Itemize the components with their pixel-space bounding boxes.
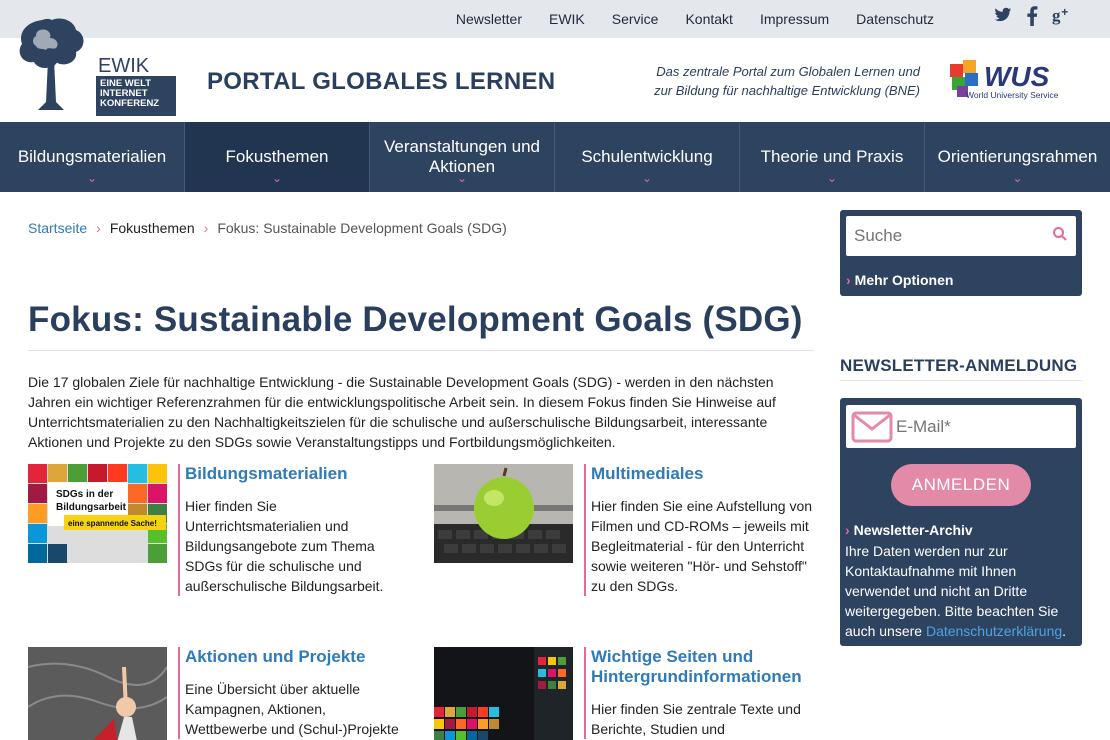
svg-text:WUS: WUS xyxy=(984,61,1050,92)
top-navigation: Newsletter EWIK Service Kontakt Impressu… xyxy=(429,0,934,38)
email-field[interactable] xyxy=(896,405,1066,448)
svg-text:EWIK: EWIK xyxy=(98,55,150,77)
nav-label: Fokusthemen xyxy=(225,147,329,166)
newsletter-heading: NEWSLETTER-ANMELDUNG xyxy=(840,356,1078,375)
divider xyxy=(28,350,814,351)
breadcrumb: Startseite › Fokusthemen › Fokus: Sustai… xyxy=(28,220,507,236)
nav-bildungsmaterialien[interactable]: Bildungsmaterialien ⌄ xyxy=(0,122,185,192)
search-icon[interactable] xyxy=(1052,226,1068,247)
card-body: Wichtige Seiten und Hintergrundinformati… xyxy=(584,647,814,739)
divider xyxy=(840,380,1082,381)
nav-label: Schulentwicklung xyxy=(581,147,713,166)
card-body: Bildungsmaterialien Hier finden Sie Unte… xyxy=(178,464,408,596)
main-navigation: Bildungsmaterialien ⌄ Fokusthemen ⌄ Vera… xyxy=(0,122,1110,192)
chevron-right-icon: › xyxy=(96,220,101,236)
nav-veranstaltungen[interactable]: Veranstaltungen und Aktionen ⌄ xyxy=(370,122,555,192)
breadcrumb-home-link[interactable]: Startseite xyxy=(28,220,87,236)
svg-text:g: g xyxy=(1052,6,1061,25)
site-header: EWIK EINE WELT INTERNET KONFERENZ PORTAL… xyxy=(0,18,1110,122)
chevron-right-icon: › xyxy=(203,220,209,236)
page-title: Fokus: Sustainable Development Goals (SD… xyxy=(28,300,803,339)
newsletter-archive-link[interactable]: › Newsletter-Archiv xyxy=(845,522,973,538)
card-title-link[interactable]: Wichtige Seiten und Hintergrundinformati… xyxy=(591,647,814,687)
archive-label: Newsletter-Archiv xyxy=(853,522,973,538)
nav-orientierungsrahmen[interactable]: Orientierungsrahmen ⌄ xyxy=(925,122,1110,192)
site-tagline: Das zentrale Portal zum Globalen Lernen … xyxy=(654,62,920,100)
breadcrumb-parent-link[interactable]: Fokusthemen xyxy=(110,220,195,236)
wus-logo[interactable]: WUS World University Service xyxy=(948,58,1078,102)
more-options-link[interactable]: › Mehr Optionen xyxy=(846,272,953,288)
child-thumbnail-image[interactable] xyxy=(28,647,167,740)
intro-paragraph: Die 17 globalen Ziele für nachhaltige En… xyxy=(28,374,776,450)
portal-title[interactable]: PORTAL GLOBALES LERNEN xyxy=(207,68,555,96)
card-title-link[interactable]: Aktionen und Projekte xyxy=(185,647,408,667)
svg-text:+: + xyxy=(1061,6,1068,19)
topnav-impressum-link[interactable]: Impressum xyxy=(760,11,829,27)
nav-label: Orientierungsrahmen xyxy=(937,147,1098,166)
chevron-down-icon: ⌄ xyxy=(271,171,283,185)
more-options-label: Mehr Optionen xyxy=(854,272,954,288)
nav-theorie-und-praxis[interactable]: Theorie und Praxis ⌄ xyxy=(740,122,925,192)
card-text: Hier finden Sie Unterrichtsmaterialien u… xyxy=(185,498,384,594)
tagline-line-2: zur Bildung für nachhaltige Entwicklung … xyxy=(654,83,920,98)
chevron-right-icon: › xyxy=(845,522,850,538)
nav-fokusthemen[interactable]: Fokusthemen ⌄ xyxy=(185,122,370,192)
privacy-policy-link[interactable]: Datenschutzerklärung xyxy=(926,623,1062,639)
subscribe-button[interactable]: ANMELDEN xyxy=(891,464,1031,506)
topnav-kontakt-link[interactable]: Kontakt xyxy=(685,11,732,27)
card-body: Multimediales Hier finden Sie eine Aufst… xyxy=(584,464,814,596)
search-panel: ›Mehr Optionen xyxy=(840,210,1082,296)
card-title-link[interactable]: Bildungsmaterialien xyxy=(185,464,408,484)
card-text: Hier finden Sie eine Aufstellung von Fil… xyxy=(591,498,813,594)
search-input[interactable] xyxy=(846,216,1036,256)
topnav-ewik-link[interactable]: EWIK xyxy=(549,11,585,27)
envelope-icon xyxy=(851,411,893,448)
chevron-down-icon: ⌄ xyxy=(641,171,653,185)
card-text: Hier finden Sie zentrale Texte und Beric… xyxy=(591,701,801,737)
card-body: Aktionen und Projekte Eine Übersicht übe… xyxy=(178,647,408,739)
nav-label: Bildungsmaterialien xyxy=(17,147,167,166)
chevron-right-icon: › xyxy=(846,272,851,288)
svg-text:KONFERENZ: KONFERENZ xyxy=(100,98,159,109)
topnav-service-link[interactable]: Service xyxy=(612,11,659,27)
chevron-down-icon: ⌄ xyxy=(826,171,838,185)
twitter-icon[interactable] xyxy=(994,6,1012,33)
svg-text:SDGs in der: SDGs in der xyxy=(56,489,113,500)
topnav-datenschutz-link[interactable]: Datenschutz xyxy=(856,11,934,27)
apple-thumbnail-image[interactable] xyxy=(434,464,573,563)
sdg-thumbnail-image[interactable]: SDGs in der Bildungsarbeit eine spannend… xyxy=(28,464,167,563)
svg-text:Bildungsarbeit: Bildungsarbeit xyxy=(56,502,127,513)
chevron-down-icon: ⌄ xyxy=(86,171,98,185)
topnav-newsletter-link[interactable]: Newsletter xyxy=(456,11,522,27)
svg-text:eine spannende Sache!: eine spannende Sache! xyxy=(68,519,157,528)
googleplus-icon[interactable]: g + xyxy=(1052,5,1074,33)
tagline-line-1: Das zentrale Portal zum Globalen Lernen … xyxy=(656,64,920,79)
search-field-wrapper xyxy=(846,216,1076,256)
email-field-wrapper xyxy=(846,405,1076,448)
social-links: g + xyxy=(994,5,1074,33)
nav-label: Theorie und Praxis xyxy=(760,147,904,166)
privacy-notice-end: . xyxy=(1062,623,1067,639)
chevron-down-icon: ⌄ xyxy=(456,171,468,185)
facebook-icon[interactable] xyxy=(1026,6,1038,33)
breadcrumb-current: Fokus: Sustainable Development Goals (SD… xyxy=(217,220,507,236)
nav-schulentwicklung[interactable]: Schulentwicklung ⌄ xyxy=(555,122,740,192)
building-thumbnail-image[interactable] xyxy=(434,647,573,740)
chevron-down-icon: ⌄ xyxy=(1012,171,1023,185)
privacy-notice: Ihre Daten werden nur zur Kontaktaufnahm… xyxy=(845,541,1077,641)
card-title-link[interactable]: Multimediales xyxy=(591,464,814,484)
svg-text:World University Service: World University Service xyxy=(966,90,1059,100)
card-text: Eine Übersicht über aktuelle Kampagnen, … xyxy=(185,681,399,737)
newsletter-panel: ANMELDEN ›Newsletter-Archiv Ihre Daten w… xyxy=(840,398,1082,646)
ewik-logo[interactable]: EWIK EINE WELT INTERNET KONFERENZ xyxy=(12,10,182,120)
